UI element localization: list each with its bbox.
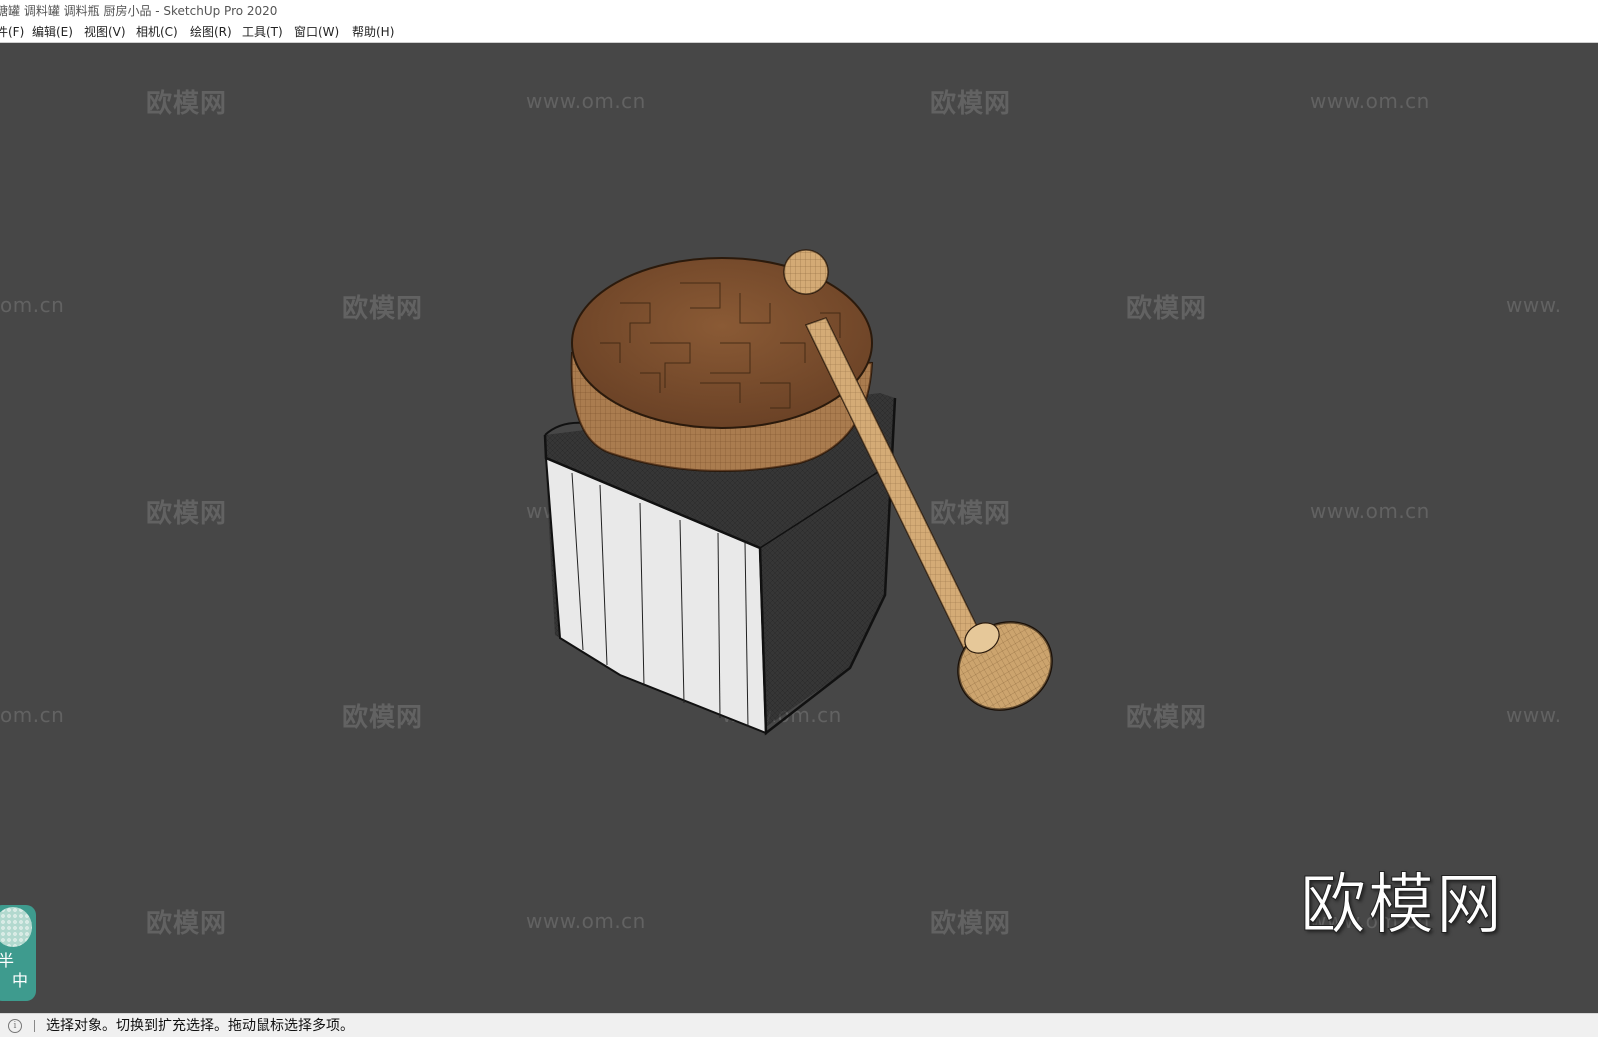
menu-view[interactable]: 视图(V) xyxy=(82,22,128,42)
menu-camera[interactable]: 相机(C) xyxy=(134,22,180,42)
side-badge[interactable]: 半 中 xyxy=(0,905,36,1001)
menu-edit[interactable]: 编辑(E) xyxy=(30,22,75,42)
menu-draw[interactable]: 绘图(R) xyxy=(188,22,234,42)
status-bar: i 选择对象。切换到扩充选择。拖动鼠标选择多项。 xyxy=(0,1013,1598,1037)
info-icon[interactable]: i xyxy=(8,1019,22,1033)
status-separator xyxy=(34,1020,35,1032)
status-text: 选择对象。切换到扩充选择。拖动鼠标选择多项。 xyxy=(46,1018,354,1034)
menu-help[interactable]: 帮助(H) xyxy=(350,22,396,42)
badge-char: 中 xyxy=(12,971,29,990)
menu-window[interactable]: 窗口(W) xyxy=(292,22,341,42)
lace-decoration xyxy=(0,907,32,947)
brand-logo: 欧模网 xyxy=(1300,866,1504,944)
menu-file[interactable]: 件(F) xyxy=(0,22,26,42)
3d-viewport[interactable]: 欧模网 www.om.cn 欧模网 www.om.cn om.cn 欧模网 ww… xyxy=(0,43,1598,1013)
sketchup-window: 糖罐 调料罐 调料瓶 厨房小品 - SketchUp Pro 2020 件(F)… xyxy=(0,0,1598,1037)
window-title: 糖罐 调料罐 调料瓶 厨房小品 - SketchUp Pro 2020 xyxy=(0,4,278,18)
menu-tools[interactable]: 工具(T) xyxy=(240,22,285,42)
menu-bar: 件(F) 编辑(E) 视图(V) 相机(C) 绘图(R) 工具(T) 窗口(W)… xyxy=(0,22,1598,43)
title-bar: 糖罐 调料罐 调料瓶 厨房小品 - SketchUp Pro 2020 xyxy=(0,0,1598,22)
